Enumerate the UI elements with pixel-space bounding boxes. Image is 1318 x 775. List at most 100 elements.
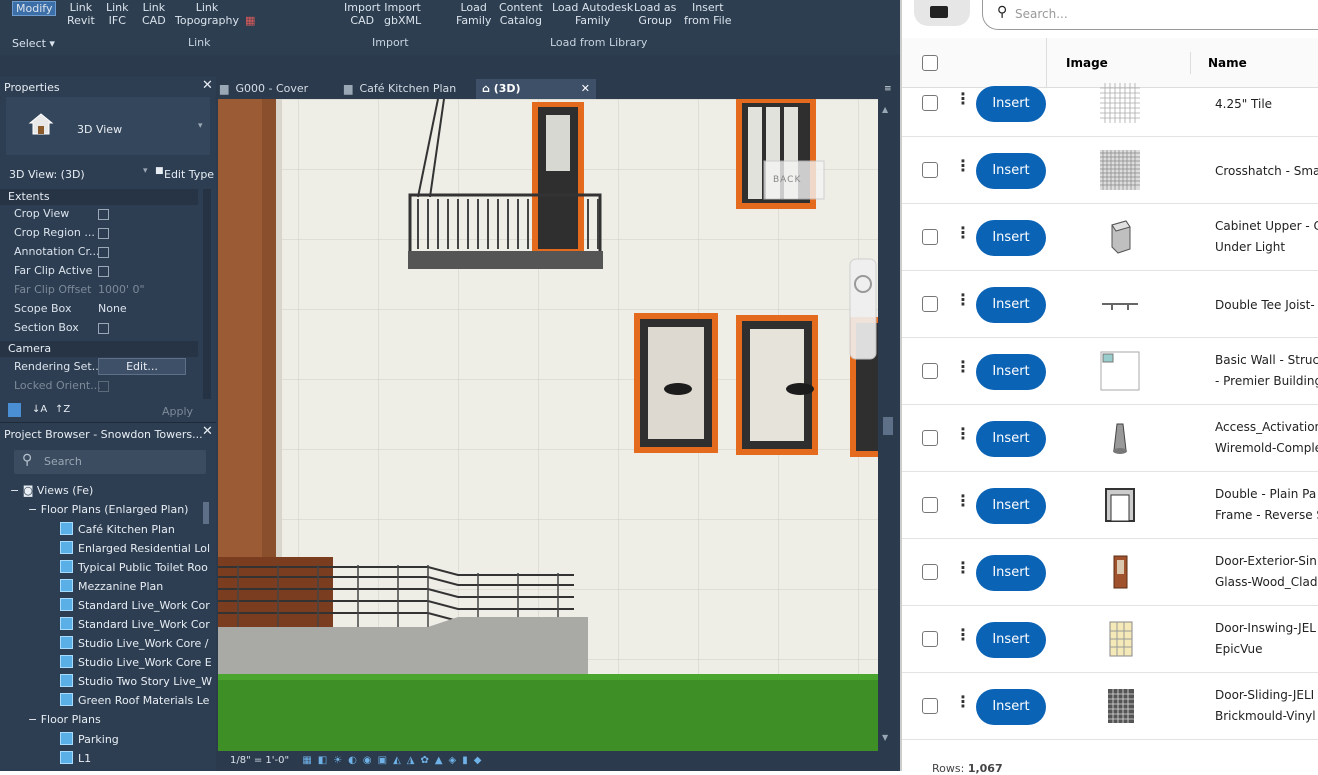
table-row[interactable]: ⋮ Insert 4.25" Tile xyxy=(902,70,1318,137)
list-item[interactable]: Green Roof Materials Le xyxy=(60,693,209,707)
folder-button[interactable] xyxy=(914,0,970,26)
select-all-checkbox[interactable] xyxy=(922,55,938,71)
tab-cafe-kitchen-plan[interactable]: ▆ Café Kitchen Plan xyxy=(344,79,474,99)
close-properties-icon[interactable]: ✕ xyxy=(202,78,213,93)
far-clip-active-checkbox[interactable] xyxy=(98,266,109,277)
tab-g000-cover[interactable]: ▆ G000 - Cover xyxy=(220,79,340,99)
select-dropdown[interactable]: Select ▾ xyxy=(12,37,55,50)
more-menu-icon[interactable]: ⋮ xyxy=(955,625,971,644)
row-checkbox[interactable] xyxy=(922,631,938,647)
sort-ascending-icon[interactable]: ↓A xyxy=(32,404,47,415)
column-header-name[interactable]: Name xyxy=(1208,56,1247,70)
decal-icon[interactable]: ▦ xyxy=(245,14,255,27)
load-family-button[interactable]: Load Family xyxy=(456,1,491,27)
list-item[interactable]: L1 xyxy=(60,751,91,765)
table-row[interactable]: ⋮ Insert Double - Plain Pa Frame - Revers… xyxy=(902,472,1318,539)
insert-button[interactable]: Insert xyxy=(976,287,1046,323)
insert-button[interactable]: Insert xyxy=(976,689,1046,725)
list-item[interactable]: Studio Live_Work Core / xyxy=(60,636,209,650)
load-autodesk-family-button[interactable]: Load Autodesk Family xyxy=(552,1,633,27)
row-checkbox[interactable] xyxy=(922,363,938,379)
insert-from-file-button[interactable]: Insert from File xyxy=(684,1,732,27)
views-node[interactable]: − ◙ Views (Fe) xyxy=(10,484,93,497)
more-menu-icon[interactable]: ⋮ xyxy=(955,223,971,242)
table-row[interactable]: ⋮ Insert Cabinet Upper - C Under Light xyxy=(902,204,1318,271)
link-topography-button[interactable]: Link Topography xyxy=(175,1,239,27)
properties-scrollbar[interactable] xyxy=(203,189,211,399)
insert-button[interactable]: Insert xyxy=(976,86,1046,122)
type-selector[interactable]: 3D View ▾ xyxy=(6,97,210,155)
link-ifc-button[interactable]: Link IFC xyxy=(106,1,129,27)
insert-button[interactable]: Insert xyxy=(976,153,1046,189)
view-selector[interactable]: 3D View: (3D) xyxy=(9,168,85,181)
viewcube-back-label[interactable]: BACK xyxy=(773,175,801,185)
scroll-down-icon[interactable]: ▼ xyxy=(882,733,888,742)
import-cad-button[interactable]: Import CAD xyxy=(344,1,381,27)
edit-type-button[interactable]: Edit Type xyxy=(164,168,214,181)
library-search-input[interactable]: ⚲ Search... xyxy=(982,0,1318,30)
table-row[interactable]: ⋮ Insert Door-Sliding-JELI Brickmould-Vin… xyxy=(902,673,1318,740)
list-item[interactable]: Café Kitchen Plan xyxy=(60,522,175,536)
table-row[interactable]: ⋮ Insert Basic Wall - Struc - Premier Bui… xyxy=(902,338,1318,405)
more-menu-icon[interactable]: ⋮ xyxy=(955,156,971,175)
floor-plans-enlarged-node[interactable]: − Floor Plans (Enlarged Plan) xyxy=(28,503,188,516)
more-menu-icon[interactable]: ⋮ xyxy=(955,290,971,309)
row-checkbox[interactable] xyxy=(922,95,938,111)
rendering-edit-button[interactable]: Edit... xyxy=(98,358,186,375)
list-item[interactable]: Parking xyxy=(60,732,119,746)
table-row[interactable]: ⋮ Insert Door-Exterior-Sin Glass-Wood_Cla… xyxy=(902,539,1318,606)
insert-button[interactable]: Insert xyxy=(976,622,1046,658)
list-item[interactable]: Standard Live_Work Cor xyxy=(60,617,210,631)
crop-view-checkbox[interactable] xyxy=(98,209,109,220)
apply-button[interactable]: Apply xyxy=(162,405,193,418)
column-header-image[interactable]: Image xyxy=(1066,56,1108,70)
browser-search-input[interactable]: ⚲ Search xyxy=(14,450,206,474)
list-item[interactable]: Mezzanine Plan xyxy=(60,579,163,593)
table-row[interactable]: ⋮ Insert Crosshatch - Sma xyxy=(902,137,1318,204)
list-item[interactable]: Standard Live_Work Cor xyxy=(60,598,210,612)
scale-selector[interactable]: 1/8" = 1'-0" xyxy=(230,755,289,766)
row-checkbox[interactable] xyxy=(922,229,938,245)
insert-button[interactable]: Insert xyxy=(976,354,1046,390)
row-checkbox[interactable] xyxy=(922,698,938,714)
table-row[interactable]: ⋮ Insert Access_Activation Wiremold-Compl… xyxy=(902,405,1318,472)
view-control-icons[interactable]: ▦◧☀◐◉▣◭◮✿▲◈▮◆ xyxy=(302,755,487,766)
crop-region-checkbox[interactable] xyxy=(98,228,109,239)
list-item[interactable]: Typical Public Toilet Roo xyxy=(60,560,208,574)
table-row[interactable]: ⋮ Insert Double Tee Joist- xyxy=(902,271,1318,338)
section-box-checkbox[interactable] xyxy=(98,323,109,334)
insert-button[interactable]: Insert xyxy=(976,421,1046,457)
camera-section[interactable]: Camera xyxy=(0,341,198,357)
browser-scrollbar[interactable] xyxy=(203,502,209,524)
scroll-up-icon[interactable]: ▲ xyxy=(882,105,888,114)
categories-icon[interactable] xyxy=(8,403,21,417)
view-vertical-scrollbar[interactable]: ▲ ▼ xyxy=(879,99,898,751)
insert-button[interactable]: Insert xyxy=(976,488,1046,524)
row-checkbox[interactable] xyxy=(922,564,938,580)
more-menu-icon[interactable]: ⋮ xyxy=(955,357,971,376)
tab-3d[interactable]: ⌂ (3D) ✕ xyxy=(476,79,596,99)
content-catalog-button[interactable]: Content Catalog xyxy=(499,1,543,27)
more-menu-icon[interactable]: ⋮ xyxy=(955,558,971,577)
modify-button[interactable]: Modify xyxy=(12,1,57,16)
scope-box-value[interactable]: None xyxy=(98,302,127,315)
more-menu-icon[interactable]: ⋮ xyxy=(955,491,971,510)
row-checkbox[interactable] xyxy=(922,497,938,513)
more-menu-icon[interactable]: ⋮ xyxy=(955,424,971,443)
link-cad-button[interactable]: Link CAD xyxy=(142,1,166,27)
floor-plans-node[interactable]: − Floor Plans xyxy=(28,713,101,726)
annotation-crop-checkbox[interactable] xyxy=(98,247,109,258)
list-item[interactable]: Studio Two Story Live_W xyxy=(60,674,212,688)
sort-descending-icon[interactable]: ↑Z xyxy=(55,404,70,415)
extents-section[interactable]: Extents xyxy=(0,189,198,205)
scroll-thumb[interactable] xyxy=(883,417,893,435)
load-as-group-button[interactable]: Load as Group xyxy=(634,1,676,27)
close-tab-icon[interactable]: ✕ xyxy=(581,79,590,99)
insert-button[interactable]: Insert xyxy=(976,220,1046,256)
insert-button[interactable]: Insert xyxy=(976,555,1046,591)
row-checkbox[interactable] xyxy=(922,430,938,446)
link-revit-button[interactable]: Link Revit xyxy=(67,1,95,27)
locked-orientation-checkbox[interactable] xyxy=(98,381,109,392)
close-browser-icon[interactable]: ✕ xyxy=(202,424,213,439)
tab-menu-icon[interactable]: ≡ xyxy=(884,79,892,99)
